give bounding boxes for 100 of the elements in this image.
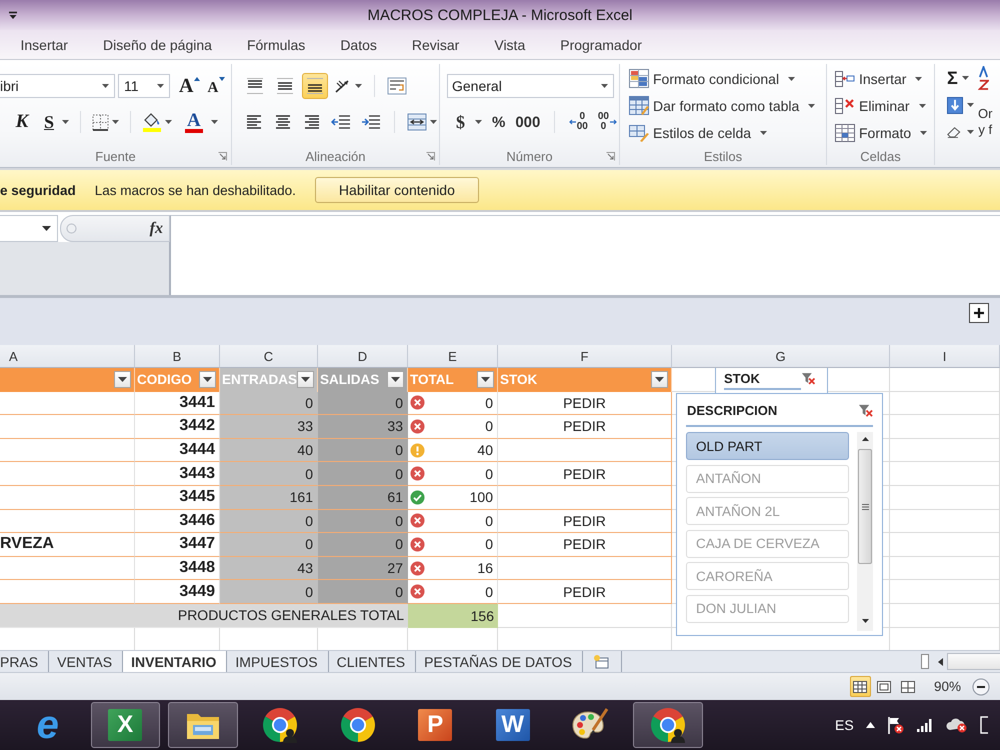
dialog-launcher-icon[interactable] bbox=[606, 152, 615, 161]
filter-dropdown-button[interactable] bbox=[477, 371, 494, 388]
formula-input[interactable] bbox=[170, 215, 1000, 295]
ribbon-command[interactable]: Dar formato como tabla bbox=[629, 92, 826, 119]
taskbar-button[interactable] bbox=[168, 702, 238, 748]
dialog-launcher-icon[interactable] bbox=[218, 152, 227, 161]
dropdown-icon[interactable] bbox=[8, 10, 18, 20]
plus-icon bbox=[974, 308, 984, 318]
ribbon-command[interactable]: Formato condicional bbox=[629, 65, 826, 92]
borders-icon bbox=[92, 114, 110, 130]
column-title: TOTAL bbox=[410, 372, 454, 388]
table-cell: 3445 bbox=[135, 486, 220, 510]
underline-button[interactable]: S bbox=[42, 110, 72, 134]
enable-content-button[interactable]: Habilitar contenido bbox=[314, 177, 479, 203]
caret-up-icon[interactable] bbox=[866, 722, 875, 728]
decrease-indent-icon bbox=[331, 114, 352, 130]
insert-function-button[interactable]: fx bbox=[150, 220, 163, 238]
table-cell: 3443 bbox=[135, 462, 220, 486]
slicer-item[interactable]: OLD PART bbox=[686, 432, 849, 460]
message-text: Las macros se han deshabilitado. bbox=[94, 182, 296, 198]
table-cell: 43 bbox=[220, 556, 318, 580]
signal-icon[interactable] bbox=[916, 718, 934, 732]
letter-e-icon: e bbox=[30, 707, 66, 743]
group-label: Fuente bbox=[95, 149, 136, 164]
caret-icon bbox=[601, 84, 608, 88]
grid-icon bbox=[835, 124, 855, 142]
ribbon-tab[interactable]: Fórmulas bbox=[229, 32, 323, 58]
language-indicator[interactable]: ES bbox=[835, 717, 854, 733]
ribbon-tab[interactable]: Diseño de página bbox=[85, 32, 230, 58]
grow-font-button[interactable]: A bbox=[177, 74, 202, 98]
font-name-field[interactable]: ibri bbox=[0, 74, 115, 98]
clear-filter-icon[interactable] bbox=[800, 371, 815, 386]
scrollbar-thumb[interactable] bbox=[858, 449, 872, 564]
scrollbar-track[interactable] bbox=[857, 432, 873, 631]
table-cell: 3449 bbox=[135, 580, 220, 604]
dialog-launcher-icon[interactable] bbox=[426, 152, 435, 161]
table-cell: 0 bbox=[220, 462, 318, 486]
filter-dropdown-button[interactable] bbox=[199, 371, 216, 388]
shrink-font-button[interactable]: A bbox=[205, 74, 228, 98]
view-button[interactable] bbox=[850, 676, 871, 697]
expand-button[interactable] bbox=[969, 303, 989, 323]
taskbar-button[interactable]: X bbox=[90, 702, 160, 748]
sort-filter-button[interactable]: Or y f bbox=[976, 66, 992, 144]
taskbar-button[interactable]: e bbox=[9, 700, 86, 750]
scrollbar-track[interactable] bbox=[947, 653, 1000, 670]
circle-handle-icon[interactable] bbox=[66, 223, 77, 234]
table-icon bbox=[629, 96, 649, 115]
cell-brush-icon bbox=[629, 123, 649, 142]
font-size-field[interactable]: 11 bbox=[118, 74, 170, 98]
ribbon-tab[interactable]: Vista bbox=[476, 32, 543, 58]
sheet-tab[interactable]: INVENTARIO bbox=[123, 651, 228, 672]
zoom-level: 90% bbox=[934, 679, 961, 694]
percent-button[interactable]: % bbox=[490, 110, 508, 134]
currency-button[interactable]: $ bbox=[454, 110, 484, 134]
table-cell: 161 bbox=[220, 486, 318, 510]
ribbon-command[interactable]: Estilos de celda bbox=[629, 119, 826, 146]
caret-icon bbox=[355, 84, 362, 88]
split-handle[interactable] bbox=[921, 654, 929, 669]
caret-icon bbox=[788, 76, 796, 80]
vertical-align-button[interactable] bbox=[302, 73, 328, 99]
thousands-button[interactable]: 000 bbox=[513, 110, 542, 134]
autosum-button[interactable]: Σ bbox=[945, 66, 976, 90]
wrap-text-icon bbox=[387, 77, 407, 95]
filter-dropdown-button[interactable] bbox=[387, 371, 404, 388]
font-color-button[interactable]: A bbox=[183, 110, 220, 134]
ribbon-tab[interactable]: Insertar bbox=[3, 32, 86, 58]
column-header[interactable]: I bbox=[890, 345, 1000, 368]
battery-icon[interactable] bbox=[980, 716, 988, 734]
cloud-icon[interactable] bbox=[946, 717, 968, 733]
flag-icon[interactable] bbox=[886, 716, 904, 734]
ribbon-command[interactable]: Eliminar bbox=[835, 92, 934, 119]
table-cell: 0 bbox=[220, 533, 318, 557]
scroll-up-icon[interactable] bbox=[862, 437, 868, 441]
clear-filter-icon[interactable] bbox=[858, 402, 873, 418]
table-cell: 0 bbox=[318, 533, 408, 557]
zoom-out-icon[interactable] bbox=[972, 678, 990, 696]
ribbon-tab[interactable]: Datos bbox=[322, 32, 394, 58]
decimal-button[interactable]: 00 0 bbox=[596, 110, 619, 134]
caret-icon bbox=[112, 120, 120, 124]
ribbon-command[interactable]: Formato bbox=[835, 119, 934, 146]
number-format-field[interactable]: General bbox=[447, 74, 614, 98]
scroll-down-icon[interactable] bbox=[862, 619, 868, 623]
page-layout-icon bbox=[877, 680, 892, 692]
browser-icon bbox=[340, 707, 376, 743]
ribbon-tab[interactable]: Programador bbox=[542, 32, 660, 58]
total-value: 156 bbox=[408, 604, 498, 628]
taskbar-button[interactable]: W bbox=[474, 700, 552, 750]
ribbon-command[interactable]: Insertar bbox=[835, 65, 934, 92]
bold-button[interactable]: K bbox=[11, 110, 33, 134]
filter-dropdown-button[interactable] bbox=[651, 371, 668, 388]
filter-dropdown-button[interactable] bbox=[114, 371, 131, 388]
align-left-icon bbox=[246, 114, 262, 130]
filter-dropdown-button[interactable] bbox=[297, 371, 314, 388]
ribbon-tab[interactable]: Revisar bbox=[394, 32, 477, 58]
taskbar-button[interactable] bbox=[633, 702, 702, 748]
table-cell: 0 bbox=[220, 580, 318, 604]
decimal-button[interactable]: 0 00 bbox=[566, 110, 590, 134]
total-value: 0 bbox=[485, 466, 493, 482]
new-sheet-icon bbox=[592, 654, 611, 668]
sheet-tab[interactable]: PRAS bbox=[0, 651, 50, 672]
